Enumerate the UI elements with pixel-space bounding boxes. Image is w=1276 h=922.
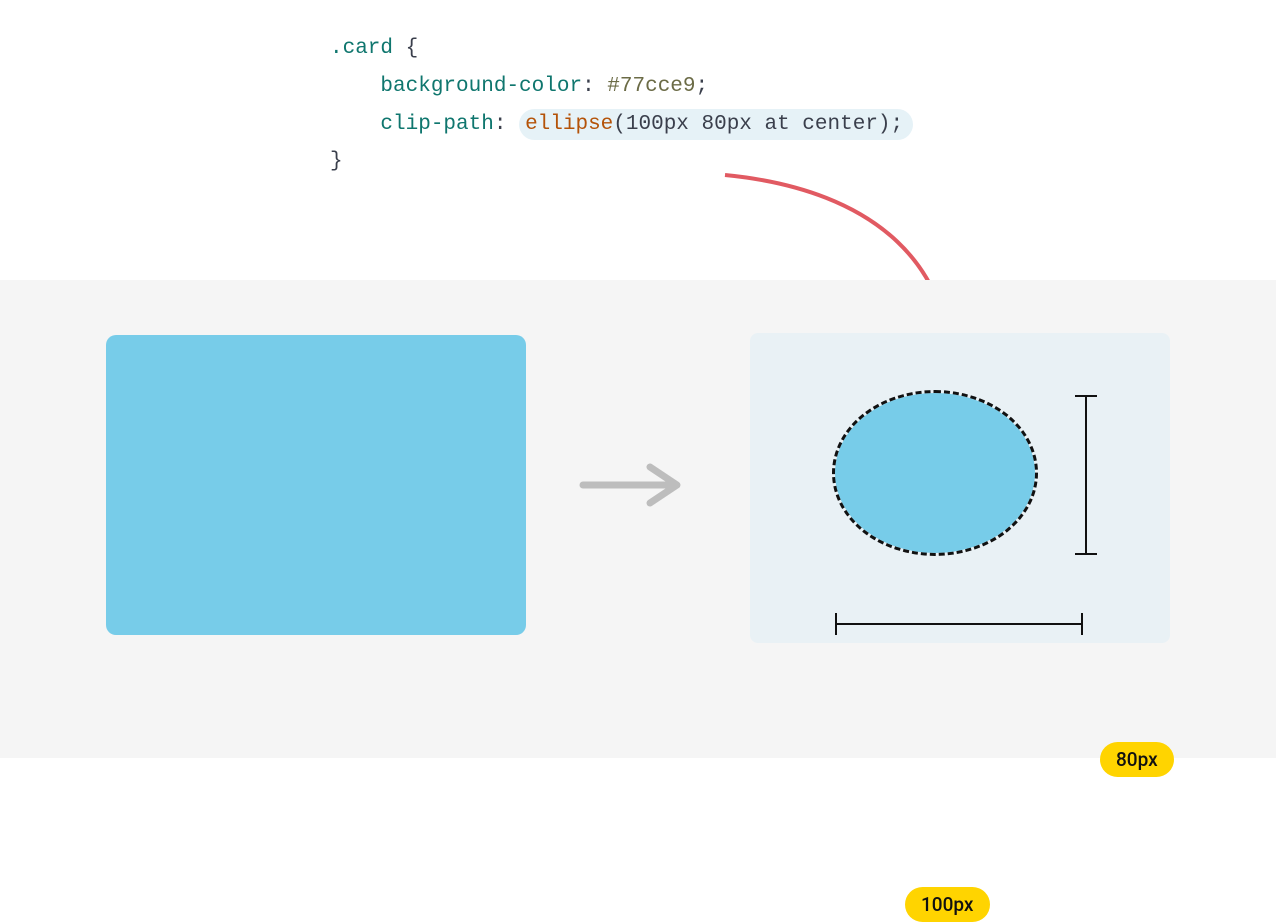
vertical-measure: [1085, 395, 1087, 555]
demo-area: 80px 100px: [0, 280, 1276, 758]
arrow-right-icon: [575, 455, 695, 515]
code-func-args: (100px 80px at center): [613, 113, 890, 136]
code-highlighted-value: ellipse(100px 80px at center);: [519, 109, 913, 140]
width-badge: 100px: [905, 887, 990, 922]
horizontal-measure: [835, 623, 1083, 625]
code-func-ellipse: ellipse: [525, 113, 613, 136]
height-badge: 80px: [1100, 742, 1174, 777]
code-value-color: #77cce9: [607, 75, 695, 98]
card-before: [106, 335, 526, 635]
ellipse-border: [832, 390, 1038, 556]
code-selector: .card: [330, 37, 393, 60]
css-code-block: .card { background-color: #77cce9; clip-…: [330, 30, 913, 181]
code-open-brace: {: [393, 37, 418, 60]
code-prop-clippath: clip-path: [380, 113, 493, 136]
code-close-brace: }: [330, 150, 343, 173]
code-prop-bg: background-color: [380, 75, 582, 98]
